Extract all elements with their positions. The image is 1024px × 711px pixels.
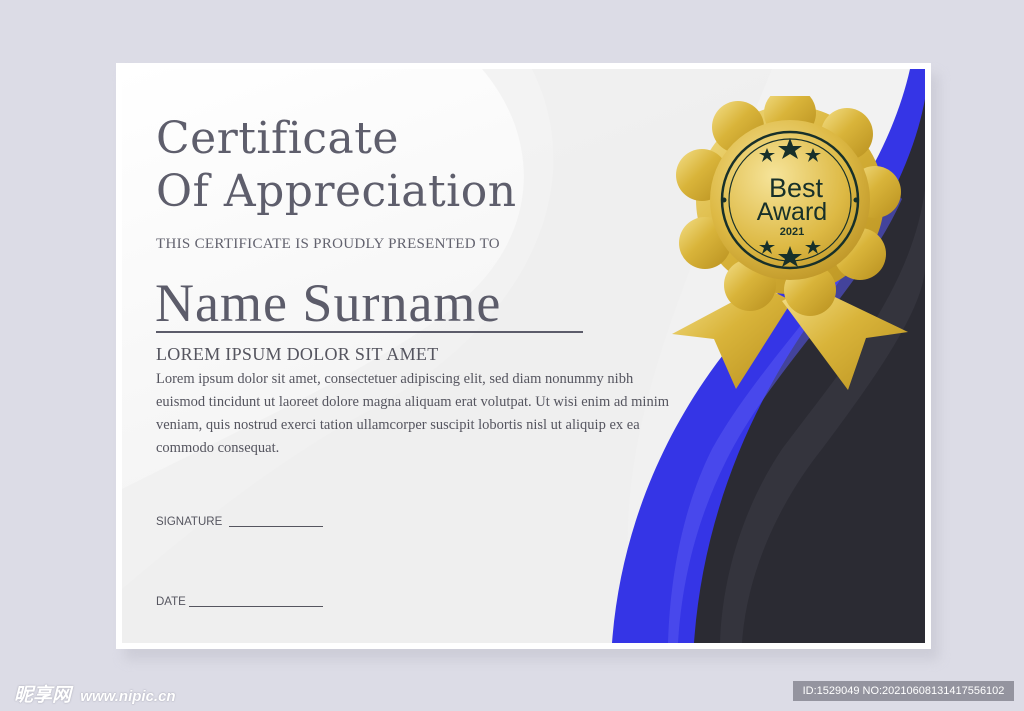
certificate-title-line1: Certificate xyxy=(156,113,399,164)
name-underline xyxy=(156,331,583,333)
certificate-subheading: LOREM IPSUM DOLOR SIT AMET xyxy=(156,344,439,364)
watermark-site-name: 昵享网 xyxy=(14,685,72,706)
signature-line xyxy=(229,526,323,527)
award-seal-icon: Best Award 2021 xyxy=(672,96,908,390)
date-label: DATE xyxy=(156,596,186,608)
watermark-logo: 昵享网 www.nipic.cn xyxy=(14,680,176,707)
signature-label: SIGNATURE xyxy=(156,516,223,528)
seal-text-award: Award xyxy=(757,198,827,226)
presented-to-text: THIS CERTIFICATE IS PROUDLY PRESENTED TO xyxy=(156,236,500,252)
certificate-body-text: Lorem ipsum dolor sit amet, consectetuer… xyxy=(156,371,670,456)
seal-text-year: 2021 xyxy=(780,226,804,238)
watermark-id: ID:1529049 NO:20210608131417556102 xyxy=(793,681,1014,701)
certificate-title-line2: Of Appreciation xyxy=(156,166,517,217)
watermark-url: www.nipic.cn xyxy=(80,688,176,705)
recipient-name: Name Surname xyxy=(155,273,502,333)
date-line xyxy=(189,606,323,607)
